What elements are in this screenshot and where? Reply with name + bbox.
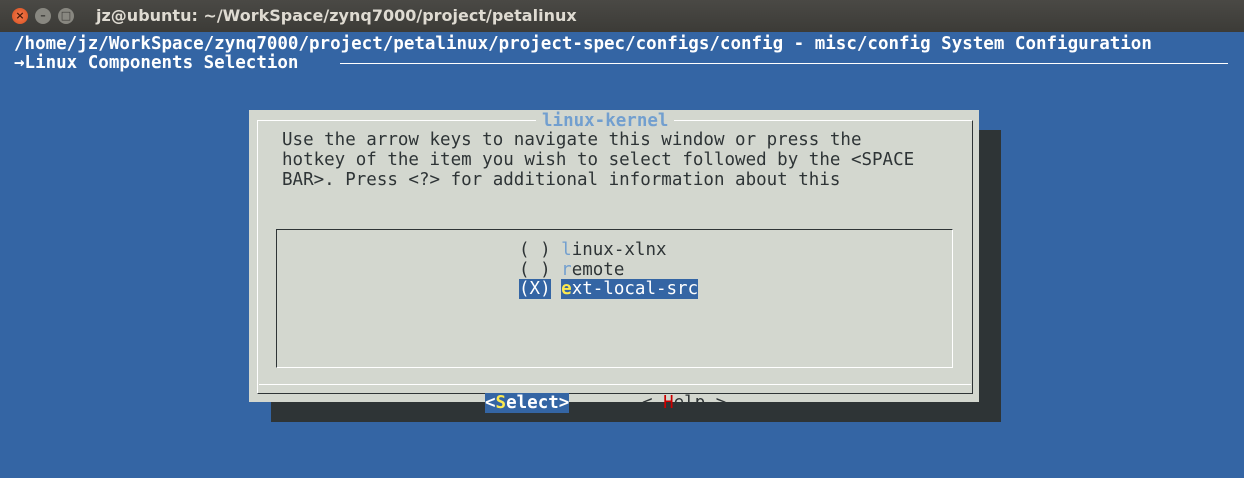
options-list[interactable]: ( ) linux-xlnx ( ) remote (X) ext-local-… bbox=[276, 229, 953, 368]
choice-dialog: linux-kernel Use the arrow keys to navig… bbox=[249, 110, 979, 413]
button-label: elp > bbox=[673, 393, 727, 413]
select-button[interactable]: <Select> bbox=[485, 393, 570, 413]
radio-marker-selected: (X) bbox=[519, 279, 551, 299]
radio-marker: ( ) bbox=[519, 240, 551, 260]
help-line: BAR>. Press <?> for additional informati… bbox=[282, 170, 841, 190]
config-path-header: /home/jz/WorkSpace/zynq7000/project/peta… bbox=[14, 34, 1152, 54]
button-hotkey: S bbox=[495, 393, 507, 413]
option-ext-local-src[interactable]: (X) ext-local-src bbox=[519, 279, 699, 299]
dialog-help-text: Use the arrow keys to navigate this wind… bbox=[282, 130, 914, 190]
window-titlebar: × – □ jz@ubuntu: ~/WorkSpace/zynq7000/pr… bbox=[0, 0, 1244, 32]
option-remote[interactable]: ( ) remote bbox=[519, 260, 624, 280]
option-hotkey: r bbox=[561, 260, 572, 280]
help-line: Use the arrow keys to navigate this wind… bbox=[282, 130, 862, 150]
button-bracket: < bbox=[485, 393, 496, 413]
button-hotkey: H bbox=[663, 393, 674, 413]
breadcrumb: →Linux Components Selection bbox=[14, 53, 299, 73]
terminal-area[interactable]: /home/jz/WorkSpace/zynq7000/project/peta… bbox=[0, 32, 1244, 478]
option-label: xt-local-src bbox=[571, 279, 699, 299]
window-title: jz@ubuntu: ~/WorkSpace/zynq7000/project/… bbox=[96, 6, 577, 25]
button-label: elect> bbox=[506, 393, 570, 413]
option-label: inux-xlnx bbox=[571, 240, 667, 260]
option-label: emote bbox=[571, 260, 625, 280]
minimize-icon[interactable]: – bbox=[35, 8, 51, 24]
maximize-icon[interactable]: □ bbox=[58, 8, 74, 24]
option-hotkey: e bbox=[561, 279, 572, 299]
option-hotkey: l bbox=[561, 240, 572, 260]
button-separator bbox=[259, 384, 971, 385]
dialog-title: linux-kernel bbox=[536, 111, 675, 131]
button-bracket: < bbox=[642, 393, 664, 413]
help-line: hotkey of the item you wish to select fo… bbox=[282, 150, 915, 170]
help-button[interactable]: < Help > bbox=[642, 393, 726, 413]
close-icon[interactable]: × bbox=[12, 8, 28, 24]
radio-marker: ( ) bbox=[519, 260, 551, 280]
option-linux-xlnx[interactable]: ( ) linux-xlnx bbox=[519, 240, 667, 260]
breadcrumb-rule bbox=[340, 63, 1228, 64]
